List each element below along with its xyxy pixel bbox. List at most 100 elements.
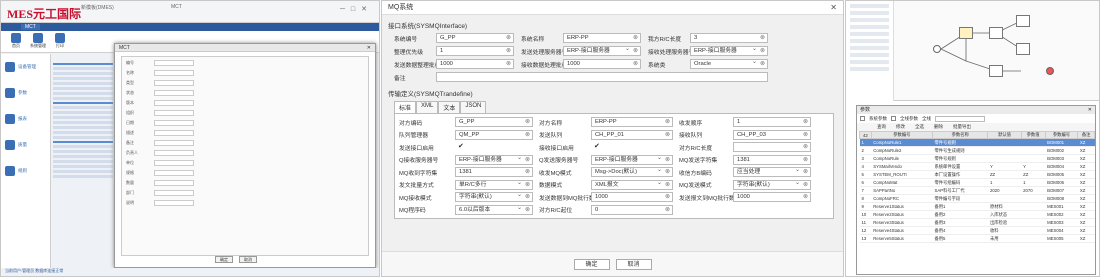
field-input[interactable]: 1000 [733,192,811,202]
field-input[interactable]: ERP-PP [591,117,673,127]
column-header[interactable]: 参数编号 [1044,131,1079,139]
field-input[interactable] [154,70,194,76]
select-all-button[interactable]: 全选 [915,124,924,130]
close-icon[interactable]: ✕ [1088,106,1092,114]
table-row[interactable]: 11 Reserve3Status 备用3 出库检验 MES003 XZ [859,218,1095,227]
field-input[interactable] [154,140,194,146]
column-header[interactable]: 42 [859,131,872,139]
tab-xml[interactable]: XML [416,101,439,113]
ribbon-button-system[interactable]: 系统管理 [29,33,47,49]
field-input[interactable]: G_PP [455,117,533,127]
ok-button[interactable]: 确定 [573,258,610,270]
field-input[interactable] [154,100,194,106]
query-button[interactable]: 查询 [877,124,886,130]
table-row[interactable]: 8 CompNoFRC 零件编号字段 BOM008 XZ [859,194,1095,203]
system-name-input[interactable]: ERP-PP [563,33,641,43]
send-enabled-checkbox[interactable]: ✔ [455,142,533,152]
field-input[interactable]: 1 [733,117,811,127]
table-row[interactable]: 6 CompNoMat 零件号组编码 1 1 BOM006 XZ [859,178,1095,187]
line-select[interactable] [935,115,985,122]
column-header[interactable]: 参数编号 [870,131,933,139]
receive-enabled-checkbox[interactable]: ✔ [591,142,673,152]
table-row[interactable]: 1 CompNoRule1 零件号规则 BOM001 XZ [859,138,1095,147]
field-input[interactable] [154,80,194,86]
field-input[interactable] [154,160,194,166]
table-row[interactable]: 2 CompNoRule2 零件号生成规则 BOM002 XZ [859,146,1095,155]
field-select[interactable]: 字符串(默认) [455,191,533,202]
workflow-node[interactable] [959,27,973,39]
edit-button[interactable]: 修改 [896,124,905,130]
ribbon-button-home[interactable]: 首页 [7,33,25,49]
cancel-button[interactable]: 取消 [615,258,652,270]
field-select[interactable]: Msg->Doc(默认) [591,166,673,177]
field-input[interactable] [154,110,194,116]
line-param-checkbox[interactable] [891,116,896,121]
field-select[interactable]: 单R/C多行 [455,179,533,190]
tab-text[interactable]: 文本 [438,101,461,113]
table-row[interactable]: 7 SAPPartNo SAP料号工厂代 2020 2070 BOM007 XZ [859,186,1095,195]
table-row[interactable]: 10 Reserve2Status 备用2 入库状态 MES002 XZ [859,210,1095,219]
field-input[interactable]: CH_PP_01 [591,129,673,140]
delete-button[interactable]: 删除 [934,124,943,130]
field-input[interactable] [154,60,194,66]
field-input[interactable] [154,120,194,126]
end-node[interactable] [1046,67,1054,75]
field-input[interactable]: QM_PP [455,129,533,140]
priority-input[interactable]: 1 [436,46,514,56]
nav-item-quality[interactable]: 质量 [1,132,50,158]
field-input[interactable]: 1381 [455,167,533,177]
field-input[interactable] [154,170,194,176]
field-select[interactable]: 字符串(默认) [733,179,811,190]
table-row[interactable]: 13 Reserve5Status 备用5 未用 MES005 XZ [859,234,1095,243]
system-type-select[interactable]: Oracle [690,58,768,69]
receive-batch-input[interactable]: 1000 [563,59,641,69]
table-row[interactable]: 9 Reserve1Status 备用1 原材料 MES001 XZ [859,202,1095,211]
field-input[interactable] [733,142,811,152]
send-server-select[interactable]: ERP-接口服务器 [563,45,641,56]
rc-length-input[interactable]: 3 [690,33,768,43]
system-param-checkbox[interactable] [860,116,865,121]
column-header[interactable]: 参数值 [1020,131,1046,139]
field-select[interactable]: XML报文 [591,179,673,190]
field-select[interactable]: 应当处理 [733,166,811,177]
start-node[interactable] [933,45,941,53]
field-input[interactable]: CH_PP_03 [733,129,811,140]
nav-item-params[interactable]: 参数 [1,80,50,106]
field-input[interactable] [154,90,194,96]
table-row[interactable]: 12 Reserve4Status 备用4 收料 MES004 XZ [859,226,1095,235]
cancel-button[interactable]: 取消 [239,256,257,263]
field-select[interactable]: ERP-接口服务器 [591,154,673,165]
close-icon[interactable]: ✕ [367,44,371,52]
field-input[interactable] [154,180,194,186]
close-icon[interactable]: ✕ [830,1,837,15]
workflow-node[interactable] [989,27,1003,39]
field-input[interactable]: 0 [591,204,673,215]
batch-export-button[interactable]: 批量导出 [953,124,971,130]
remark-input[interactable] [436,72,768,82]
workflow-node[interactable] [1016,43,1030,55]
table-row[interactable]: 4 SYSMailVendo 系统邮件设置 Y Y BOM004 XZ [859,162,1095,171]
field-input[interactable]: 1381 [733,154,811,165]
field-input[interactable] [154,130,194,136]
workflow-node[interactable] [989,65,1003,77]
nav-item-rules[interactable]: 规则 [1,158,50,184]
ribbon-button-print[interactable]: 打印 [51,33,69,49]
ok-button[interactable]: 确定 [215,256,233,263]
field-input[interactable]: 1000 [591,192,673,202]
workflow-node[interactable] [1016,15,1030,27]
field-input[interactable] [154,190,194,196]
send-batch-input[interactable]: 1000 [436,59,514,69]
receive-server-select[interactable]: ERP-接口服务器 [690,45,768,56]
field-input[interactable] [154,200,194,206]
nav-item-report[interactable]: 报表 [1,106,50,132]
tab-standard[interactable]: 标准 [394,101,417,113]
column-header[interactable]: 备注 [1077,131,1095,139]
field-select[interactable]: 6.0以后版本 [455,204,533,215]
field-select[interactable]: ERP-接口服务器 [455,154,533,165]
column-header[interactable]: 默认值 [987,131,1022,139]
table-row[interactable]: 3 CompNoRule 零件号规则 BOM003 XZ [859,154,1095,163]
field-input[interactable] [154,150,194,156]
nav-item-equipment[interactable]: 设备管理 [1,54,50,80]
window-controls[interactable]: ─□✕ [340,5,373,13]
tab-mct[interactable]: MCT [21,24,40,30]
